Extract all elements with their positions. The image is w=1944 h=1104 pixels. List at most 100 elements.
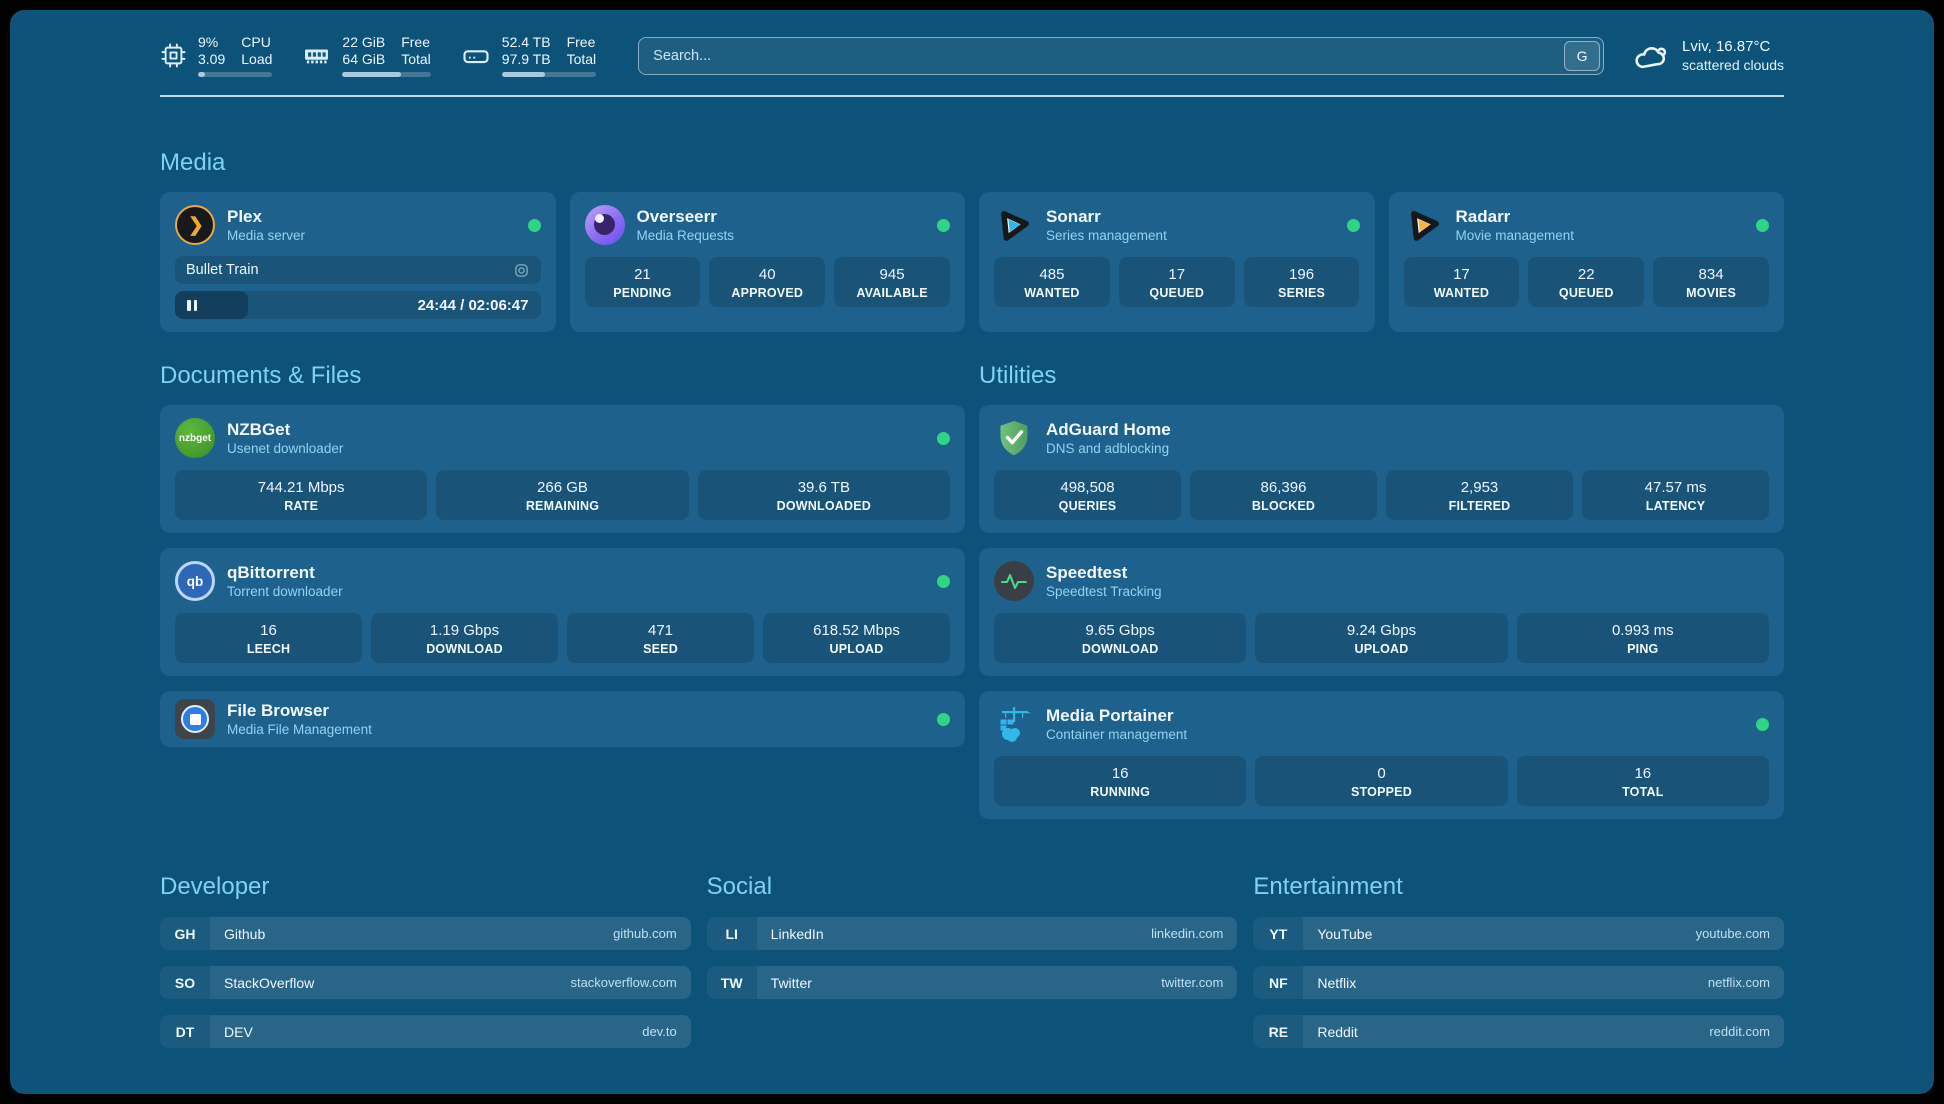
service-name: Radarr	[1456, 206, 1575, 227]
bookmark-url: youtube.com	[1696, 926, 1770, 941]
service-subtitle: Series management	[1046, 227, 1167, 244]
stat-approved: 40 APPROVED	[709, 257, 825, 307]
bookmark-abbr: GH	[160, 917, 210, 950]
memory-free-label: Free	[401, 34, 431, 51]
service-card-portainer[interactable]: Media Portainer Container management 16 …	[979, 691, 1784, 819]
service-name: Sonarr	[1046, 206, 1167, 227]
stat-label: FILTERED	[1390, 499, 1569, 513]
service-subtitle: Media Requests	[637, 227, 735, 244]
radarr-icon	[1402, 203, 1446, 247]
pause-button[interactable]	[175, 300, 197, 311]
service-card-radarr[interactable]: Radarr Movie management 17 WANTED 22 QUE…	[1389, 192, 1785, 332]
overseerr-icon	[585, 205, 625, 245]
speedtest-pulse-icon	[994, 561, 1034, 601]
stat-label: AVAILABLE	[838, 286, 946, 300]
stat-label: REMAINING	[440, 499, 684, 513]
bookmark-group-title: Developer	[160, 873, 691, 901]
stat-ping: 0.993 ms PING	[1517, 613, 1769, 663]
section-title-media: Media	[160, 149, 1784, 177]
now-playing-title: Bullet Train	[186, 262, 259, 278]
bookmark-url: reddit.com	[1709, 1024, 1770, 1039]
memory-progress-track	[342, 72, 430, 77]
bookmark-group-developer: Developer GH Github github.com SO StackO…	[160, 873, 691, 1048]
service-subtitle: Speedtest Tracking	[1046, 583, 1162, 600]
service-card-overseerr[interactable]: Overseerr Media Requests 21 PENDING 40 A…	[570, 192, 966, 332]
stat-label: MOVIES	[1657, 286, 1765, 300]
bookmark-group-title: Entertainment	[1253, 873, 1784, 901]
stat-label: DOWNLOADED	[702, 499, 946, 513]
bookmark-github[interactable]: GH Github github.com	[160, 917, 691, 950]
bookmark-netflix[interactable]: NF Netflix netflix.com	[1253, 966, 1784, 999]
nzbget-icon: nzbget	[175, 418, 215, 458]
stat-label: QUEUED	[1532, 286, 1640, 300]
stat-leech: 16 LEECH	[175, 613, 362, 663]
resource-disk: 52.4 TB 97.9 TB Free Total	[461, 34, 596, 77]
bookmark-dev[interactable]: DT DEV dev.to	[160, 1015, 691, 1048]
bookmark-linkedin[interactable]: LI LinkedIn linkedin.com	[707, 917, 1238, 950]
bookmark-stackoverflow[interactable]: SO StackOverflow stackoverflow.com	[160, 966, 691, 999]
service-subtitle: Movie management	[1456, 227, 1575, 244]
filebrowser-icon	[175, 699, 215, 739]
service-card-speedtest[interactable]: Speedtest Speedtest Tracking 9.65 Gbps D…	[979, 548, 1784, 676]
camera-icon	[513, 262, 530, 279]
cpu-progress-fill	[198, 72, 205, 77]
service-card-sonarr[interactable]: Sonarr Series management 485 WANTED 17 Q…	[979, 192, 1375, 332]
bookmark-youtube[interactable]: YT YouTube youtube.com	[1253, 917, 1784, 950]
stat-value: 47.57 ms	[1586, 478, 1765, 497]
service-card-plex[interactable]: ❯ Plex Media server Bullet Train	[160, 192, 556, 332]
search-input[interactable]	[638, 37, 1604, 75]
memory-total-label: Total	[401, 51, 431, 68]
stat-label: UPLOAD	[1259, 642, 1503, 656]
status-dot	[1756, 718, 1769, 731]
stat-value: 471	[571, 621, 750, 640]
service-card-qbittorrent[interactable]: qb qBittorrent Torrent downloader 16 LEE…	[160, 548, 965, 676]
stat-value: 39.6 TB	[702, 478, 946, 497]
service-name: Overseerr	[637, 206, 735, 227]
playback-time: 24:44 / 02:06:47	[418, 297, 541, 314]
stat-queued: 22 QUEUED	[1528, 257, 1644, 307]
disk-free-value: 52.4 TB	[502, 34, 551, 51]
stat-value: 22	[1532, 265, 1640, 284]
utilities-column: Utilities AdGuard Home DNS and adblockin…	[979, 362, 1784, 819]
stat-label: UPLOAD	[767, 642, 946, 656]
bookmark-reddit[interactable]: RE Reddit reddit.com	[1253, 1015, 1784, 1048]
cpu-progress-track	[198, 72, 272, 77]
stat-blocked: 86,396 BLOCKED	[1190, 470, 1377, 520]
stat-value: 485	[998, 265, 1106, 284]
bookmark-group-title: Social	[707, 873, 1238, 901]
stat-label: TOTAL	[1521, 785, 1765, 799]
stat-download: 1.19 Gbps DOWNLOAD	[371, 613, 558, 663]
stat-label: WANTED	[998, 286, 1106, 300]
search-provider-button[interactable]: G	[1564, 41, 1600, 71]
stat-label: RATE	[179, 499, 423, 513]
bookmark-abbr: SO	[160, 966, 210, 999]
bookmark-url: dev.to	[642, 1024, 676, 1039]
stat-value: 17	[1123, 265, 1231, 284]
stat-value: 834	[1657, 265, 1765, 284]
status-dot	[1347, 219, 1360, 232]
bookmark-name: LinkedIn	[771, 926, 824, 942]
stat-available: 945 AVAILABLE	[834, 257, 950, 307]
service-card-filebrowser[interactable]: File Browser Media File Management	[160, 691, 965, 747]
stat-upload: 618.52 Mbps UPLOAD	[763, 613, 950, 663]
bookmark-url: github.com	[613, 926, 677, 941]
stat-downloaded: 39.6 TB DOWNLOADED	[698, 470, 950, 520]
disk-free-label: Free	[567, 34, 597, 51]
bookmark-twitter[interactable]: TW Twitter twitter.com	[707, 966, 1238, 999]
stat-value: 16	[1521, 764, 1765, 783]
stat-value: 16	[998, 764, 1242, 783]
stat-value: 498,508	[998, 478, 1177, 497]
topbar: 9% 3.09 CPU Load	[160, 34, 1784, 77]
cloud-icon	[1632, 40, 1670, 72]
stat-value: 0	[1259, 764, 1503, 783]
service-card-nzbget[interactable]: nzbget NZBGet Usenet downloader 744.21 M…	[160, 405, 965, 533]
stat-running: 16 RUNNING	[994, 756, 1246, 806]
status-dot	[937, 432, 950, 445]
stat-latency: 47.57 ms LATENCY	[1582, 470, 1769, 520]
service-card-adguard[interactable]: AdGuard Home DNS and adblocking 498,508 …	[979, 405, 1784, 533]
stat-value: 16	[179, 621, 358, 640]
stat-upload: 9.24 Gbps UPLOAD	[1255, 613, 1507, 663]
adguard-shield-icon	[994, 418, 1034, 458]
disk-progress-fill	[502, 72, 545, 77]
stat-label: PENDING	[589, 286, 697, 300]
